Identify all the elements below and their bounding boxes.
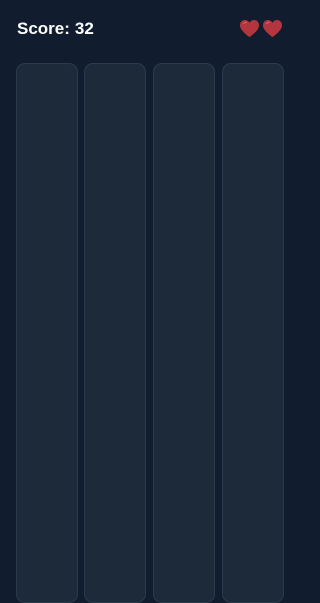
- score-label: Score:: [17, 19, 70, 38]
- heart-icon: [262, 19, 283, 38]
- lane-3[interactable]: [153, 63, 215, 603]
- score-value: 32: [74, 19, 94, 38]
- lane-1[interactable]: [16, 63, 78, 603]
- game-board: [16, 63, 284, 603]
- lives-indicator: [239, 19, 283, 38]
- score-display: Score: 32: [17, 19, 94, 39]
- lane-4[interactable]: [222, 63, 284, 603]
- lane-2[interactable]: [84, 63, 146, 603]
- heart-icon: [239, 19, 260, 38]
- hud-bar: Score: 32: [0, 0, 300, 60]
